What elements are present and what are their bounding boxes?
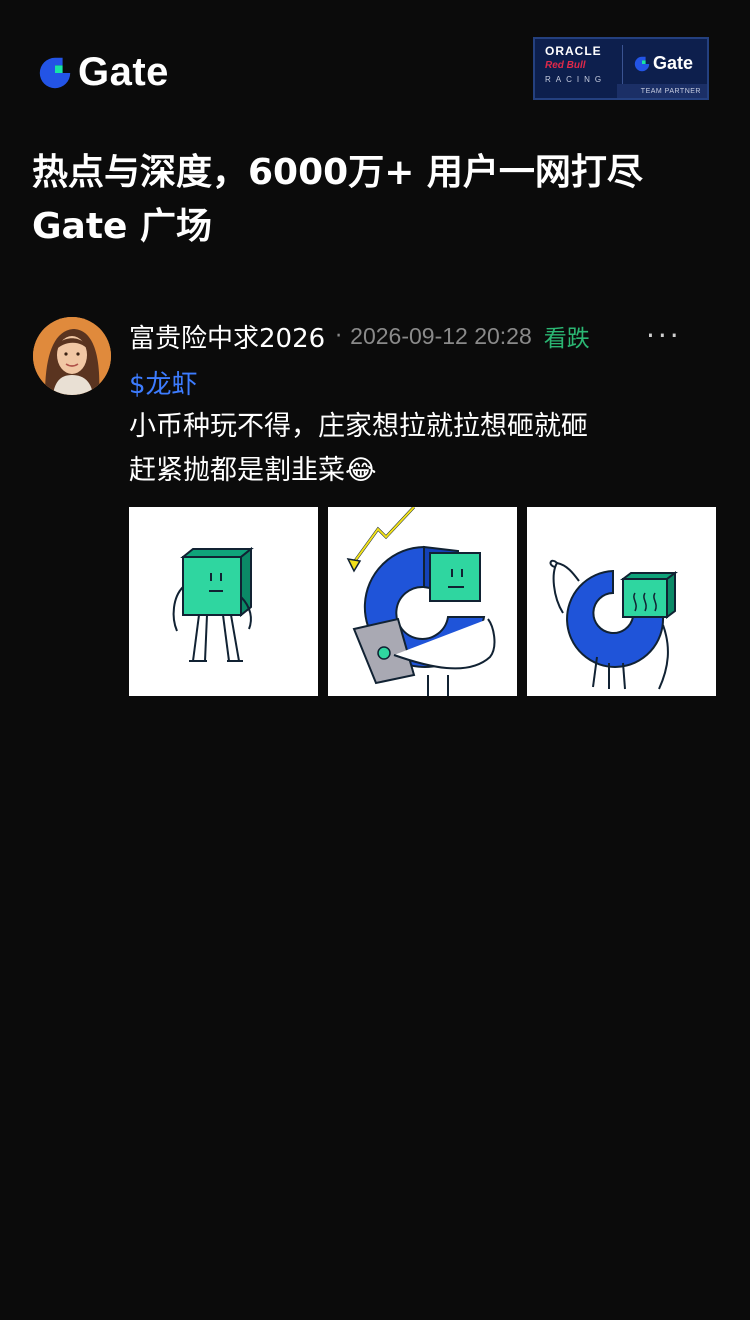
cube-character-standing-image — [172, 546, 254, 662]
gate-logo: Gate — [36, 50, 169, 95]
partner-tag-text: TEAM PARTNER — [640, 88, 701, 95]
gate-logo-icon — [39, 57, 71, 88]
gate-logo-text: Gate — [78, 50, 169, 94]
partner-gate-logo: Gate — [633, 53, 693, 74]
post-timestamp: 2026-09-12 20:28 — [350, 322, 532, 349]
page-headline: 热点与深度，6000万+ 用户一网打尽 Gate 广场 — [32, 146, 732, 254]
partner-oracle-text: ORACLE — [545, 44, 602, 58]
headline-line-2: Gate 广场 — [32, 206, 213, 247]
post-content-line-1: 小币种玩不得，庄家想拉就拉想砸就砸 — [129, 411, 588, 442]
partner-gate-text: Gate — [653, 53, 694, 73]
sentiment-badge: 看跌 — [543, 326, 590, 352]
post-image-3[interactable] — [527, 507, 716, 696]
headline-line-1: 热点与深度，6000万+ 用户一网打尽 — [32, 152, 643, 193]
post-username[interactable]: 富贵险中求2026 — [129, 318, 325, 355]
partner-gate-icon — [634, 56, 650, 71]
partner-divider — [622, 45, 623, 85]
cube-character-crying-image — [549, 559, 678, 690]
post-content: 小币种玩不得，庄家想拉就拉想砸就砸 赶紧抛都是割韭菜😂 — [129, 405, 588, 493]
meta-separator: · — [335, 323, 343, 349]
post-content-line-2: 赶紧抛都是割韭菜😂 — [129, 455, 377, 486]
avatar[interactable] — [33, 317, 111, 395]
post-image-1[interactable] — [129, 507, 318, 696]
avatar-image — [33, 317, 111, 395]
post-image-2[interactable] — [328, 507, 517, 696]
cube-character-tablet-image — [346, 507, 496, 696]
partner-redbull-text: Red Bull — [545, 60, 586, 71]
partner-racing-text: RACING — [545, 75, 607, 84]
team-partner-badge: ORACLE Red Bull RACING Gate TEAM PARTNER — [533, 37, 709, 100]
ticker-link[interactable]: $龙虾 — [129, 364, 198, 401]
more-options-icon[interactable]: ··· — [646, 318, 682, 354]
post-image-gallery — [129, 507, 716, 696]
post-meta: 富贵险中求2026 · 2026-09-12 20:28 看跌 — [129, 318, 590, 354]
